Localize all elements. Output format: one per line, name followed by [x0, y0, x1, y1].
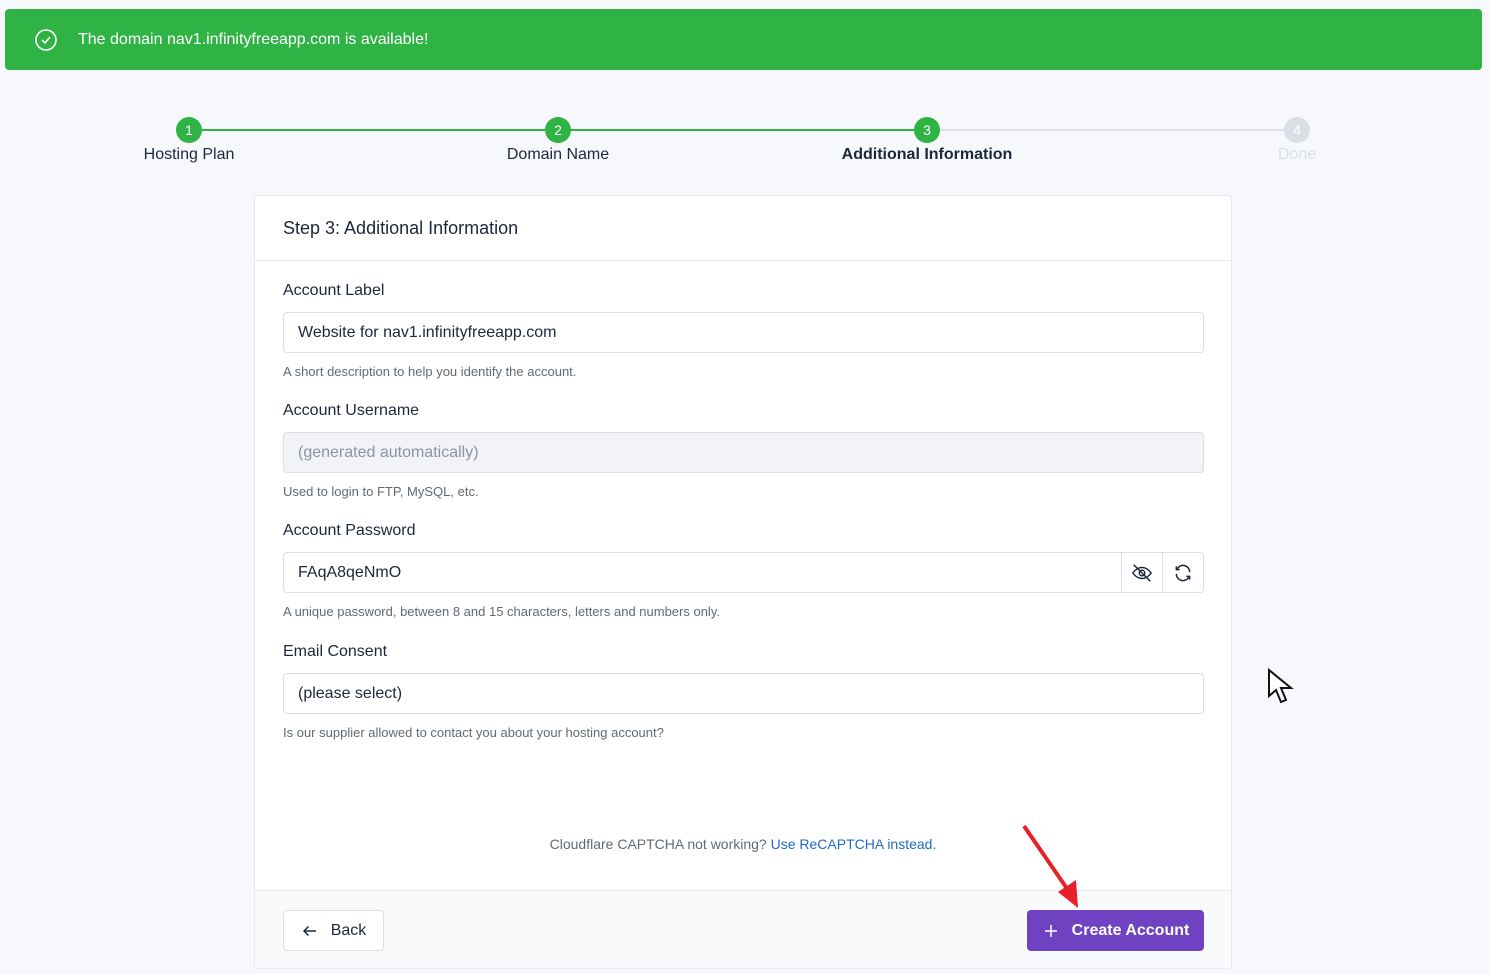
step-done: 4 Done	[1197, 117, 1397, 164]
account-label-field: Account Label Website for nav1.infinityf…	[283, 282, 1204, 379]
use-recaptcha-link[interactable]: Use ReCAPTCHA instead.	[771, 836, 937, 852]
email-consent-field: Email Consent (please select) Is our sup…	[283, 643, 1204, 740]
arrow-left-icon	[302, 925, 316, 936]
account-password-input[interactable]: FAqA8qeNmO	[283, 552, 1122, 593]
email-consent-select[interactable]: (please select)	[283, 673, 1204, 714]
step-additional-information: 3 Additional Information	[827, 117, 1027, 164]
account-username-input: (generated automatically)	[283, 432, 1204, 473]
account-label-input[interactable]: Website for nav1.infinityfreeapp.com	[283, 312, 1204, 353]
regenerate-password-button[interactable]	[1163, 552, 1204, 593]
annotation-arrow-icon	[1022, 824, 1078, 908]
card-title: Step 3: Additional Information	[255, 196, 1231, 261]
captcha-note: Cloudflare CAPTCHA not working? Use ReCA…	[549, 836, 937, 852]
toggle-password-button[interactable]	[1122, 552, 1163, 593]
banner-message: The domain nav1.infinityfreeapp.com is a…	[78, 30, 429, 48]
check-circle-icon	[35, 28, 57, 51]
step-hosting-plan: 1 Hosting Plan	[89, 117, 289, 164]
refresh-icon	[1175, 564, 1191, 581]
step-domain-name: 2 Domain Name	[458, 117, 658, 164]
create-account-button[interactable]: Create Account	[1027, 910, 1204, 951]
mouse-cursor-icon	[1268, 668, 1294, 704]
success-banner: The domain nav1.infinityfreeapp.com is a…	[5, 9, 1482, 70]
form-card: Step 3: Additional Information Account L…	[254, 195, 1232, 969]
account-password-field: Account Password FAqA8qeNmO A unique pas…	[283, 522, 1204, 619]
eye-off-icon	[1131, 563, 1153, 582]
card-footer: Back Create Account	[255, 890, 1231, 968]
account-username-field: Account Username (generated automaticall…	[283, 402, 1204, 499]
back-button[interactable]: Back	[283, 910, 384, 951]
plus-icon	[1044, 924, 1057, 937]
